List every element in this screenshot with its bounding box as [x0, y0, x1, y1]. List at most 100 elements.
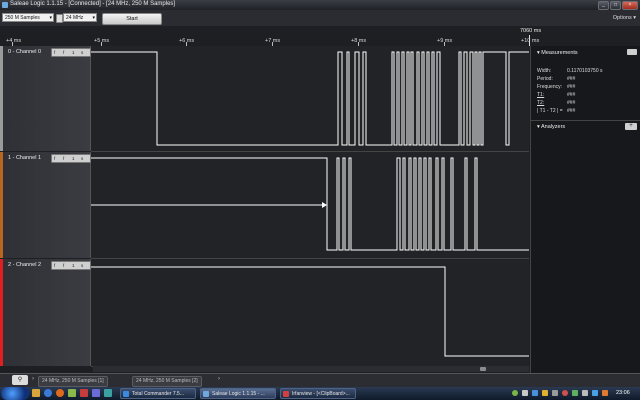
channel-2-waveform-area[interactable]	[91, 259, 529, 367]
channel-1-waveform-area[interactable]	[91, 152, 529, 259]
measurement-value: ###	[567, 108, 576, 114]
tray-icon[interactable]	[592, 390, 598, 396]
channel-settings-icon[interactable]: s	[81, 49, 83, 56]
search-icon[interactable]: ⚲	[12, 375, 28, 385]
tray-icon[interactable]	[532, 390, 538, 396]
side-panel: ▾ Measurements Width: 0.1170103750 s Per…	[530, 46, 640, 373]
taskbar-item-total-commander[interactable]: Total Commander 7.5...	[120, 388, 196, 399]
saleae-logic-icon	[203, 391, 209, 397]
measurement-value: 0.1170103750 s	[567, 68, 603, 74]
analyzers-header[interactable]: ▾ Analyzers	[537, 124, 565, 130]
tab-arrow-icon[interactable]: ›	[32, 376, 34, 382]
trigger-falling-icon[interactable]: f	[63, 49, 64, 56]
cursor-time-label: 7060 ms	[520, 28, 542, 34]
start-menu-button[interactable]	[1, 387, 29, 400]
channel-0-tools[interactable]: f f 1 s	[51, 48, 91, 57]
channel-1-label[interactable]: 1 - Channel 1 f f 1 s	[0, 152, 91, 258]
measurement-label: T2:	[537, 100, 545, 106]
taskbar-item-label: Total Commander 7.5...	[132, 391, 184, 397]
app-shortcut-icon[interactable]	[104, 389, 112, 397]
taskbar-item-irfanview[interactable]: Irfanview - [<ClipBoard>...	[280, 388, 356, 399]
trigger-rising-icon[interactable]: f	[54, 262, 55, 269]
tab-session-2[interactable]: 24 MHz, 250 M Samples [2]	[132, 376, 202, 387]
irfanview-icon	[283, 391, 289, 397]
trigger-rising-icon[interactable]: f	[54, 49, 55, 56]
folder-icon[interactable]	[32, 389, 40, 397]
sample-info-icon[interactable]	[56, 14, 63, 23]
start-button[interactable]: Start	[102, 13, 162, 25]
channel-2-name: 2 - Channel 2	[8, 262, 42, 268]
channel-1-waveform	[91, 157, 529, 251]
samples-value: 250 M Samples	[5, 15, 40, 21]
channel-1-tools[interactable]: f f 1 s	[51, 154, 91, 163]
measurement-label: Period:	[537, 76, 553, 82]
channel-0-waveform	[91, 51, 529, 146]
measurement-value: ###	[567, 76, 576, 82]
ruler-tick: +10 ms	[521, 38, 540, 44]
total-commander-icon	[123, 391, 129, 397]
channel-2-color	[0, 259, 3, 366]
tab-arrow-icon[interactable]: ›	[218, 376, 220, 382]
measurement-label: | T1 - T2 | =	[537, 108, 563, 114]
media-icon[interactable]	[56, 389, 64, 397]
measurements-settings-icon[interactable]	[627, 49, 637, 55]
trigger-falling-icon[interactable]: f	[63, 155, 64, 162]
channel-0-label[interactable]: 0 - Channel 0 f f 1 s	[0, 46, 91, 151]
trigger-high-icon[interactable]: 1	[72, 262, 75, 269]
add-analyzer-button[interactable]: +	[625, 123, 637, 130]
channel-0-waveform-area[interactable]	[91, 46, 529, 152]
measurement-value: ###	[567, 92, 576, 98]
channel-1-color	[0, 152, 3, 258]
volume-icon[interactable]	[582, 390, 588, 396]
channel-0-name: 0 - Channel 0	[8, 49, 42, 55]
minimize-button[interactable]: _	[598, 1, 609, 10]
measurement-label: Frequency:	[537, 84, 563, 90]
channel-0-color	[0, 46, 3, 151]
tab-session-1[interactable]: 24 MHz, 250 M Samples [1]	[38, 376, 108, 387]
cursor-marker[interactable]	[529, 35, 530, 46]
browser-icon[interactable]	[44, 389, 52, 397]
analyzers-title: Analyzers	[541, 124, 566, 130]
channel-settings-icon[interactable]: s	[81, 262, 83, 269]
measurements-header[interactable]: ▾ Measurements	[537, 50, 578, 56]
app-shortcut-icon[interactable]	[68, 389, 76, 397]
measurements-title: Measurements	[541, 50, 578, 56]
tray-icon[interactable]	[562, 390, 568, 396]
trigger-high-icon[interactable]: 1	[72, 49, 75, 56]
horizontal-scrollbar[interactable]	[93, 366, 529, 372]
close-button[interactable]: ×	[622, 1, 638, 10]
app-shortcut-icon[interactable]	[80, 389, 88, 397]
network-icon[interactable]	[572, 390, 578, 396]
taskbar-item-label: Saleae Logic 1.1.15 - ...	[212, 391, 265, 397]
rate-select[interactable]: 24 MHz ▾	[63, 13, 97, 22]
panel-divider	[531, 120, 640, 121]
scrollbar-thumb[interactable]	[480, 367, 486, 371]
tray-icon[interactable]	[552, 390, 558, 396]
channel-2-tools[interactable]: f f 1 s	[51, 261, 91, 270]
maximize-button[interactable]: □	[610, 1, 621, 10]
app-shortcut-icon[interactable]	[92, 389, 100, 397]
channel-1-name: 1 - Channel 1	[8, 155, 42, 161]
system-clock[interactable]: 23:06	[616, 390, 630, 396]
tray-icon[interactable]	[512, 390, 518, 396]
taskbar-item-label: Irfanview - [<ClipBoard>...	[292, 391, 350, 397]
trigger-falling-icon[interactable]: f	[63, 262, 64, 269]
taskbar-item-saleae-logic[interactable]: Saleae Logic 1.1.15 - ...	[200, 388, 276, 399]
samples-select[interactable]: 250 M Samples ▾	[2, 13, 54, 22]
app-icon	[2, 2, 8, 8]
channel-settings-icon[interactable]: s	[81, 155, 83, 162]
options-menu[interactable]: Options ▾	[613, 15, 636, 21]
measurement-label: T1:	[537, 92, 545, 98]
rate-value: 24 MHz	[66, 15, 84, 21]
trigger-rising-icon[interactable]: f	[54, 155, 55, 162]
measurement-value: ###	[567, 100, 576, 106]
tray-icon[interactable]	[602, 390, 608, 396]
trigger-high-icon[interactable]: 1	[72, 155, 75, 162]
channel-2-label[interactable]: 2 - Channel 2 f f 1 s	[0, 259, 91, 366]
tray-icon[interactable]	[542, 390, 548, 396]
chevron-down-icon: ▾	[49, 15, 52, 21]
measurement-value: ###	[567, 84, 576, 90]
measurement-label: Width:	[537, 68, 552, 74]
ruler-tick: +4 ms	[6, 38, 22, 44]
tray-icon[interactable]	[522, 390, 528, 396]
